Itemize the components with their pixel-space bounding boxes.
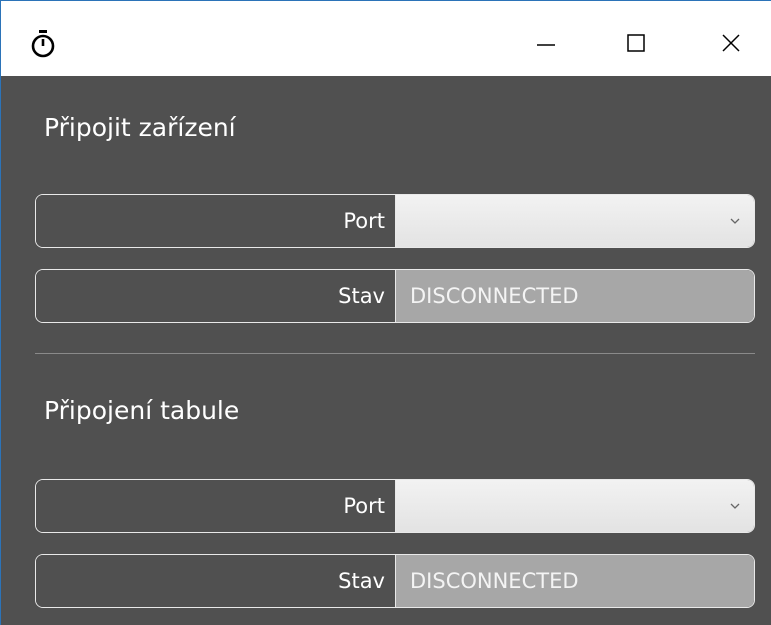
section-divider — [35, 353, 755, 354]
device-status-row: Stav DISCONNECTED — [35, 269, 755, 323]
device-port-label: Port — [36, 195, 396, 247]
app-window: Připojit zařízení Port Stav DISCONNECTED… — [0, 0, 771, 625]
device-status-label: Stav — [36, 270, 396, 322]
device-status-value: DISCONNECTED — [396, 270, 754, 322]
close-button[interactable] — [701, 18, 761, 68]
board-status-row: Stav DISCONNECTED — [35, 554, 755, 608]
device-port-row: Port — [35, 194, 755, 248]
maximize-icon — [627, 34, 645, 52]
chevron-down-icon — [730, 503, 740, 509]
section-title-device: Připojit zařízení — [44, 113, 236, 142]
title-bar — [1, 1, 771, 76]
board-port-label: Port — [36, 480, 396, 532]
section-title-board: Připojení tabule — [44, 396, 240, 425]
close-icon — [722, 34, 740, 52]
chevron-down-icon — [730, 218, 740, 224]
board-status-value: DISCONNECTED — [396, 555, 754, 607]
maximize-button[interactable] — [606, 18, 666, 68]
device-port-select[interactable] — [396, 195, 754, 247]
board-port-row: Port — [35, 479, 755, 533]
stopwatch-icon — [31, 29, 55, 59]
minimize-icon — [537, 44, 555, 46]
board-status-label: Stav — [36, 555, 396, 607]
board-port-select[interactable] — [396, 480, 754, 532]
minimize-button[interactable] — [516, 18, 576, 68]
